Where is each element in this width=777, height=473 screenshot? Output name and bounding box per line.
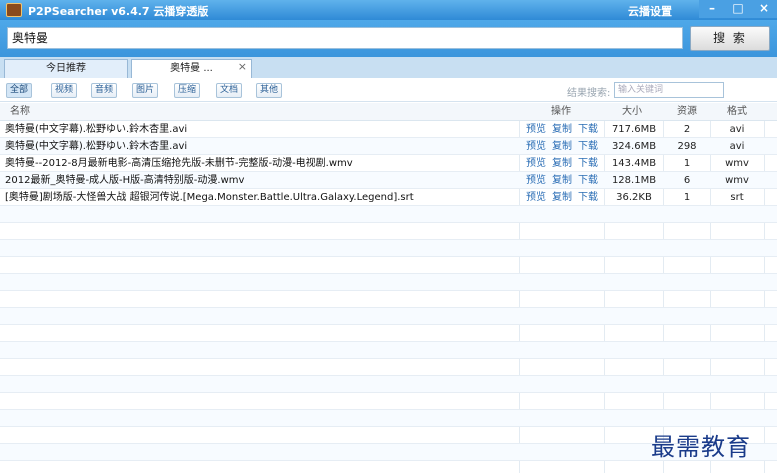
column-header-sources[interactable]: 资源 xyxy=(677,103,697,121)
file-name: 奥特曼--2012-8月最新电影-高清压缩抢先版-未删节-完整版-动漫-电视剧.… xyxy=(5,158,353,169)
empty-row xyxy=(0,240,777,257)
result-search-input[interactable]: 输入关键词 xyxy=(614,82,724,98)
download-link[interactable]: 下载 xyxy=(578,155,598,172)
empty-row xyxy=(0,393,777,410)
title-bar: P2PSearcher v6.4.7 云播穿透版 云播设置 – □ × xyxy=(0,0,777,20)
tab-bar: 今日推荐 奥特曼 ... × xyxy=(0,57,777,78)
table-row[interactable]: [奥特曼]剧场版-大怪兽大战 超银河传说.[Mega.Monster.Battl… xyxy=(0,189,777,206)
file-format: wmv xyxy=(725,158,749,169)
maximize-button[interactable]: □ xyxy=(725,0,751,18)
download-link[interactable]: 下载 xyxy=(578,172,598,189)
filter-other-button[interactable]: 其他 xyxy=(256,83,282,98)
file-name: [奥特曼]剧场版-大怪兽大战 超银河传说.[Mega.Monster.Battl… xyxy=(5,192,414,203)
file-format: avi xyxy=(729,124,745,135)
empty-row xyxy=(0,206,777,223)
file-format: avi xyxy=(729,141,745,152)
copy-link[interactable]: 复制 xyxy=(552,138,572,155)
file-name: 奥特曼(中文字幕).松野ゆい.鈴木杏里.avi xyxy=(5,124,188,135)
column-header-actions: 操作 xyxy=(551,106,571,117)
file-format: srt xyxy=(730,192,744,203)
preview-link[interactable]: 预览 xyxy=(526,172,546,189)
file-size: 143.4MB xyxy=(611,158,657,169)
search-area: 奥特曼 搜 索 xyxy=(0,20,777,57)
file-size: 717.6MB xyxy=(611,124,657,135)
empty-row xyxy=(0,257,777,274)
search-input[interactable]: 奥特曼 xyxy=(7,27,683,49)
tab-today-recommend[interactable]: 今日推荐 xyxy=(4,59,128,78)
source-count: 298 xyxy=(677,141,697,152)
filter-image-button[interactable]: 图片 xyxy=(132,83,158,98)
source-count: 2 xyxy=(683,124,691,135)
preview-link[interactable]: 预览 xyxy=(526,155,546,172)
copy-link[interactable]: 复制 xyxy=(552,189,572,206)
download-link[interactable]: 下载 xyxy=(578,121,598,138)
table-row[interactable]: 奥特曼(中文字幕).松野ゆい.鈴木杏里.avi 预览 复制 下载 324.6MB… xyxy=(0,138,777,155)
cloud-settings-link[interactable]: 云播设置 xyxy=(628,3,672,19)
copy-link[interactable]: 复制 xyxy=(552,172,572,189)
search-button[interactable]: 搜 索 xyxy=(690,26,770,51)
file-size: 324.6MB xyxy=(611,141,657,152)
tab-label: 奥特曼 ... xyxy=(170,63,213,74)
source-count: 1 xyxy=(683,192,691,203)
source-count: 6 xyxy=(683,175,691,186)
copy-link[interactable]: 复制 xyxy=(552,155,572,172)
empty-row xyxy=(0,325,777,342)
filter-all-button[interactable]: 全部 xyxy=(6,83,32,98)
table-row[interactable]: 奥特曼(中文字幕).松野ゆい.鈴木杏里.avi 预览 复制 下载 717.6MB… xyxy=(0,121,777,138)
app-icon xyxy=(6,3,22,17)
empty-row xyxy=(0,376,777,393)
empty-row xyxy=(0,308,777,325)
empty-row xyxy=(0,223,777,240)
table-row[interactable]: 奥特曼--2012-8月最新电影-高清压缩抢先版-未删节-完整版-动漫-电视剧.… xyxy=(0,155,777,172)
preview-link[interactable]: 预览 xyxy=(526,189,546,206)
watermark-text: 最需教育 xyxy=(651,433,751,461)
empty-row xyxy=(0,359,777,376)
empty-row xyxy=(0,291,777,308)
results-table: 奥特曼(中文字幕).松野ゆい.鈴木杏里.avi 预览 复制 下载 717.6MB… xyxy=(0,121,777,473)
table-row[interactable]: 2012最新_奥特曼-成人版-H版-高清特别版-动漫.wmv 预览 复制 下载 … xyxy=(0,172,777,189)
filter-video-button[interactable]: 视频 xyxy=(51,83,77,98)
source-count: 1 xyxy=(683,158,691,169)
result-search-label: 结果搜索: xyxy=(567,88,611,99)
copy-link[interactable]: 复制 xyxy=(552,121,572,138)
filter-audio-button[interactable]: 音频 xyxy=(91,83,117,98)
column-header-size[interactable]: 大小 xyxy=(622,103,642,121)
filter-archive-button[interactable]: 压缩 xyxy=(174,83,200,98)
download-link[interactable]: 下载 xyxy=(578,138,598,155)
empty-row xyxy=(0,342,777,359)
filter-document-button[interactable]: 文档 xyxy=(216,83,242,98)
minimize-button[interactable]: – xyxy=(699,0,725,18)
file-size: 36.2KB xyxy=(616,192,652,203)
table-header: 名称 操作 大小 资源 格式 xyxy=(0,103,777,121)
file-format: wmv xyxy=(725,175,749,186)
tab-label: 今日推荐 xyxy=(46,63,86,74)
tab-close-icon[interactable]: × xyxy=(238,58,247,75)
download-link[interactable]: 下载 xyxy=(578,189,598,206)
filter-bar: 全部 视频 音频 图片 压缩 文档 其他 结果搜索: 输入关键词 xyxy=(0,78,777,102)
empty-row xyxy=(0,410,777,427)
preview-link[interactable]: 预览 xyxy=(526,121,546,138)
empty-row xyxy=(0,274,777,291)
close-button[interactable]: × xyxy=(751,0,777,18)
file-name: 2012最新_奥特曼-成人版-H版-高清特别版-动漫.wmv xyxy=(5,175,245,186)
column-header-format[interactable]: 格式 xyxy=(727,103,747,121)
file-size: 128.1MB xyxy=(611,175,657,186)
file-name: 奥特曼(中文字幕).松野ゆい.鈴木杏里.avi xyxy=(5,141,188,152)
preview-link[interactable]: 预览 xyxy=(526,138,546,155)
column-header-name[interactable]: 名称 xyxy=(10,103,30,121)
tab-search-results[interactable]: 奥特曼 ... × xyxy=(131,59,252,78)
app-title: P2PSearcher v6.4.7 云播穿透版 xyxy=(28,5,209,18)
